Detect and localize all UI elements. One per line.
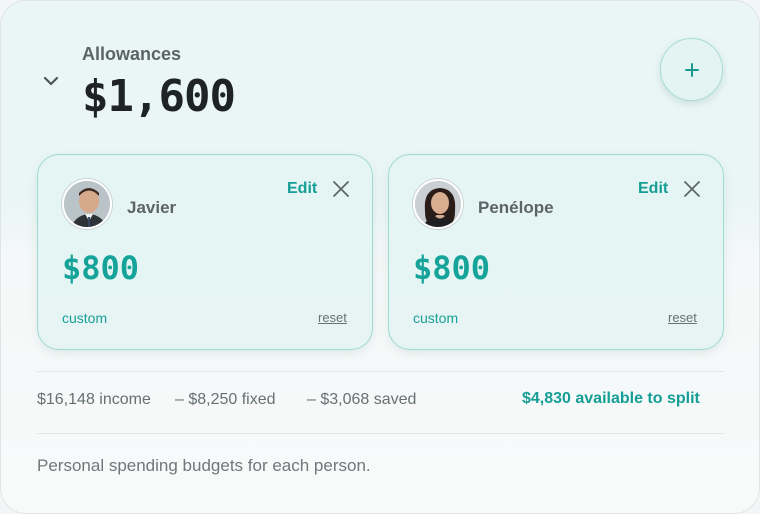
person-card-javier: Javier Edit $800 custom reset [37, 154, 373, 350]
available-to-split: $4,830 available to split [522, 390, 700, 407]
reset-link[interactable]: reset [318, 310, 347, 325]
person-name: Javier [127, 198, 177, 217]
income-summary: $16,148 income [37, 391, 151, 408]
close-icon[interactable] [331, 179, 351, 199]
saved-summary: – $3,068 saved [307, 391, 417, 408]
allowance-total: $1,600 [82, 71, 236, 122]
avatar [62, 179, 112, 229]
edit-button[interactable]: Edit [287, 180, 317, 198]
allowance-mode: custom [413, 310, 459, 326]
add-allowance-button[interactable] [660, 38, 723, 101]
allowance-amount: $800 [413, 249, 491, 287]
divider [37, 371, 724, 372]
reset-link[interactable]: reset [668, 310, 697, 325]
allowance-amount: $800 [62, 249, 140, 287]
allowance-mode: custom [62, 310, 108, 326]
person-name: Penélope [478, 198, 554, 217]
person-card-penelope: Penélope Edit $800 custom reset [388, 154, 724, 350]
chevron-down-icon[interactable] [41, 73, 61, 89]
close-icon[interactable] [682, 179, 702, 199]
divider [37, 433, 724, 434]
section-title: Allowances [82, 44, 182, 64]
allowances-card: Allowances $1,600 Javier Edit $800 custo… [0, 0, 760, 514]
fixed-summary: – $8,250 fixed [175, 391, 276, 408]
edit-button[interactable]: Edit [638, 180, 668, 198]
allowances-header: Allowances $1,600 [1, 1, 759, 151]
plus-icon [684, 62, 699, 77]
avatar [413, 179, 463, 229]
section-description: Personal spending budgets for each perso… [37, 456, 371, 475]
